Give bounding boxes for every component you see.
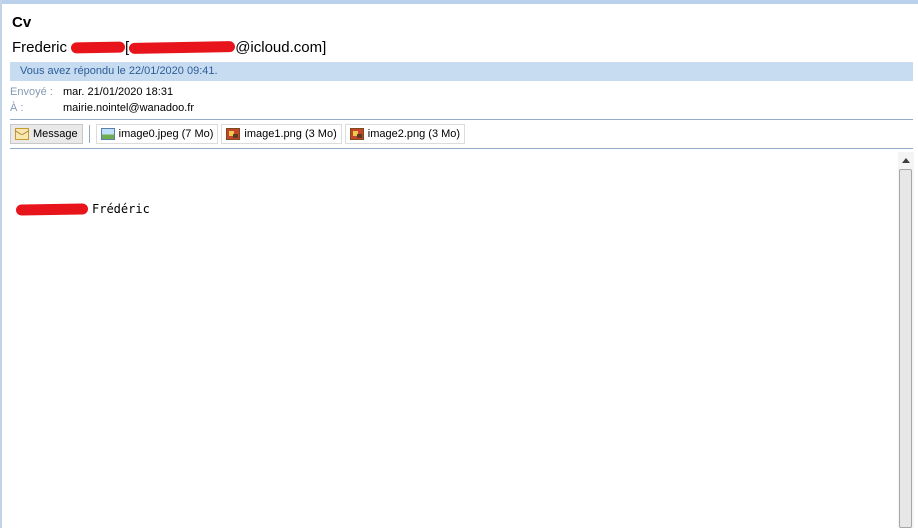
sent-row: Envoyé : mar. 21/01/2020 18:31 — [10, 86, 173, 98]
attachment-separator — [88, 125, 90, 143]
reply-info-banner: Vous avez répondu le 22/01/2020 09:41. — [10, 62, 913, 81]
redaction-mark — [15, 202, 89, 216]
png-file-icon — [349, 128, 364, 140]
to-label: À : — [10, 102, 24, 114]
header-divider — [10, 119, 913, 120]
message-body: Frédéric — [15, 202, 150, 216]
attachment-label: image1.png (3 Mo) — [244, 128, 337, 140]
redaction-mark — [70, 41, 126, 54]
scroll-up-arrow-icon[interactable] — [898, 152, 914, 168]
png-file-icon — [226, 128, 241, 140]
to-recipient[interactable]: mairie.nointel@wanadoo.fr — [63, 102, 194, 114]
window-top-border — [0, 0, 918, 4]
sender-email-domain: @icloud.com] — [235, 39, 327, 56]
attachment-divider — [10, 148, 913, 149]
to-row: À : mairie.nointel@wanadoo.fr — [10, 102, 194, 114]
vertical-scrollbar[interactable] — [898, 152, 914, 528]
sender-first-name: Frederic — [12, 39, 68, 56]
attachment-bar: Message image0.jpeg (7 Mo) image1.png (3… — [10, 123, 466, 145]
sent-value: mar. 21/01/2020 18:31 — [63, 86, 174, 98]
message-tab[interactable]: Message — [10, 124, 83, 144]
attachment-image0[interactable]: image0.jpeg (7 Mo) — [95, 124, 219, 144]
message-sender[interactable]: Frederic [ @icloud.com] — [12, 39, 326, 56]
attachment-label: image2.png (3 Mo) — [367, 128, 461, 140]
reply-info-text: Vous avez répondu le 22/01/2020 09:41. — [20, 65, 218, 77]
scroll-thumb[interactable] — [899, 169, 912, 528]
redaction-mark — [129, 41, 236, 54]
attachment-image1[interactable]: image1.png (3 Mo) — [221, 124, 342, 144]
sent-label: Envoyé : — [10, 86, 53, 98]
window-left-border — [0, 0, 2, 528]
envelope-icon — [15, 128, 29, 140]
image-file-icon — [100, 128, 115, 140]
attachment-label: image0.jpeg (7 Mo) — [118, 128, 214, 140]
message-tab-label: Message — [33, 128, 78, 140]
message-subject: Cv — [12, 14, 32, 31]
attachment-image2[interactable]: image2.png (3 Mo) — [344, 124, 466, 144]
signature-first-name: Frédéric — [92, 202, 150, 216]
